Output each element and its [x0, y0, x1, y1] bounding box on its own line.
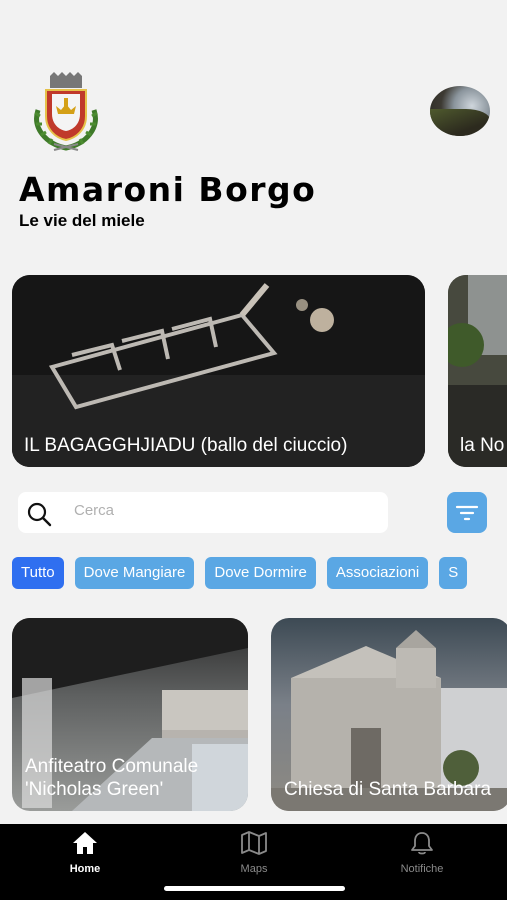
featured-card[interactable]: IL BAGAGGHJIADU (ballo del ciuccio)	[12, 275, 425, 467]
place-card[interactable]: Anfiteatro Comunale 'Nicholas Green'	[12, 618, 248, 811]
tab-notifiche-label: Notifiche	[400, 863, 444, 875]
chip-associazioni[interactable]: Associazioni	[326, 557, 429, 589]
home-icon	[73, 832, 97, 854]
chip-tutto[interactable]: Tutto	[12, 557, 64, 589]
search-input[interactable]	[74, 502, 374, 519]
map-icon	[241, 831, 267, 855]
category-chips: Tutto Dove Mangiare Dove Dormire Associa…	[12, 557, 468, 589]
filter-icon	[455, 505, 479, 520]
page-title: Amaroni Borgo	[19, 170, 317, 209]
avatar[interactable]	[430, 86, 490, 136]
page-subtitle: Le vie del miele	[19, 211, 145, 230]
featured-card-label: la No	[460, 435, 505, 456]
tab-home-label: Home	[69, 863, 101, 875]
tab-maps-label: Maps	[240, 863, 268, 875]
chip-dove-dormire[interactable]: Dove Dormire	[205, 557, 316, 589]
featured-card-label: IL BAGAGGHJIADU (ballo del ciuccio)	[24, 435, 348, 456]
tab-home[interactable]: Home	[30, 830, 140, 875]
bell-icon	[411, 832, 433, 855]
tab-notifiche[interactable]: Notifiche	[367, 830, 477, 875]
search-bar[interactable]	[18, 492, 388, 533]
place-card[interactable]: Chiesa di Santa Barbara	[271, 618, 507, 811]
coat-of-arms-icon	[34, 72, 98, 151]
chip-dove-mangiare[interactable]: Dove Mangiare	[74, 557, 195, 589]
chip-more[interactable]: S	[439, 557, 468, 589]
place-card-label: Anfiteatro Comunale 'Nicholas Green'	[25, 756, 199, 800]
search-icon	[27, 502, 52, 527]
tab-maps[interactable]: Maps	[199, 830, 309, 875]
filter-button[interactable]	[447, 492, 487, 533]
featured-card[interactable]: la No	[448, 275, 507, 467]
place-card-label: Chiesa di Santa Barbara	[284, 779, 492, 800]
home-indicator	[164, 886, 345, 891]
